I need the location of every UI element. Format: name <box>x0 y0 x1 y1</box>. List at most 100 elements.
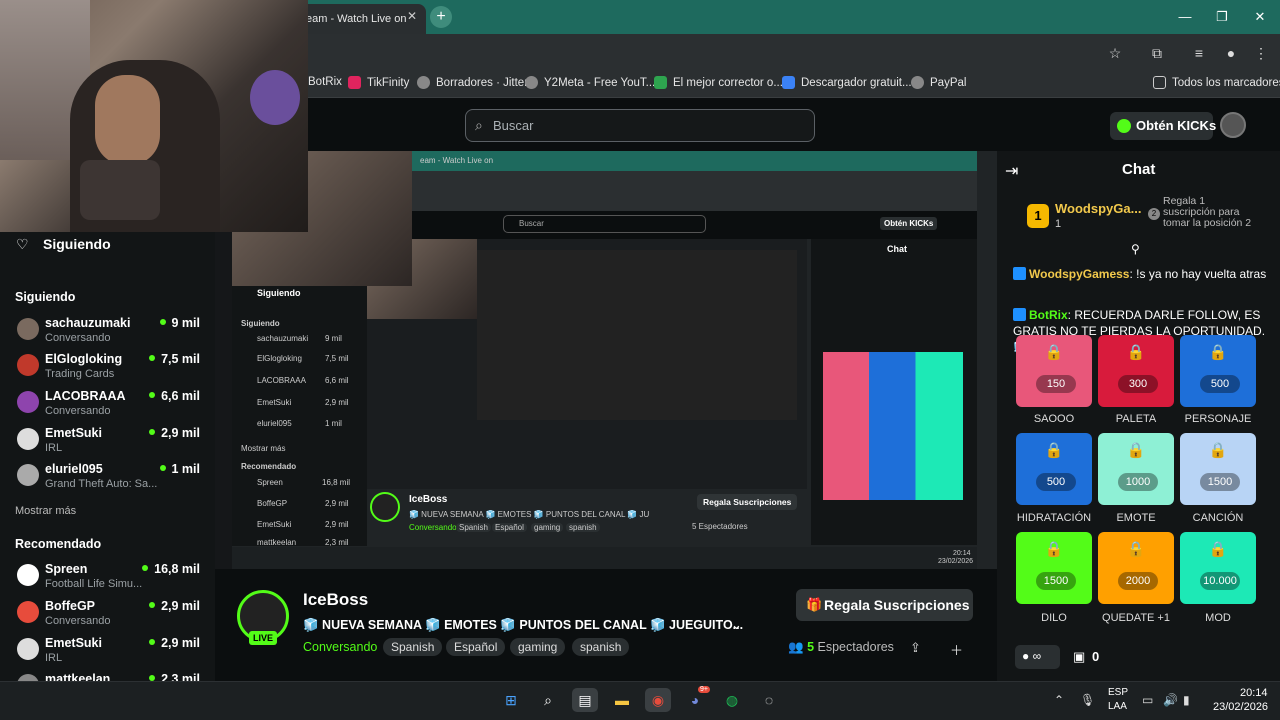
sidebar-channel[interactable]: Spreen Football Life Simu... 16,8 mil <box>15 562 205 598</box>
channel-name: EmetSuki <box>45 426 102 440</box>
reward-saooo[interactable]: 🔒 150 <box>1016 335 1092 407</box>
reward-cost: 1500 <box>1200 473 1240 491</box>
store-icon[interactable]: ▤ <box>572 688 598 712</box>
reward-hidratacion[interactable]: 🔒 500 <box>1016 433 1092 505</box>
lock-icon: 🔒 <box>1044 442 1064 459</box>
channel-category: Conversando <box>45 332 111 344</box>
top-gifter-name[interactable]: WoodspyGa... <box>1055 201 1141 216</box>
reward-quedate[interactable]: 🔒 2000 <box>1098 532 1174 604</box>
all-bookmarks-label: Todos los marcadores <box>1172 76 1280 89</box>
language-indicator[interactable]: ESP <box>1108 687 1128 698</box>
nested-channel: BoffeGP <box>257 499 288 508</box>
streamer-name[interactable]: IceBoss <box>303 590 368 610</box>
bookmark-y2meta[interactable]: Y2Meta - Free YouT... <box>525 76 655 89</box>
viewers-number: 5 <box>807 640 815 654</box>
clock-time[interactable]: 20:14 <box>1240 687 1268 699</box>
star-icon[interactable]: ☆ <box>1106 44 1124 62</box>
gift-prompt[interactable]: Regala 1 suscripción para tomar la posic… <box>1163 196 1258 229</box>
viewer-count: 1 mil <box>160 462 201 476</box>
app-icon[interactable]: ◌ <box>756 688 782 712</box>
close-window-icon[interactable]: ✕ <box>1245 6 1275 28</box>
gift-subs-button[interactable]: Regala Suscripciones <box>796 589 973 621</box>
bookmark-botrix[interactable]: BotRix <box>308 76 342 88</box>
bookmark-descargador[interactable]: Descargador gratuit... <box>782 76 912 89</box>
sidebar-channel[interactable]: ElGlogloking Trading Cards 7,5 mil <box>15 352 205 388</box>
media-icon[interactable]: ≡ <box>1190 44 1208 62</box>
profile-icon[interactable]: ● <box>1222 44 1240 62</box>
bookmark-label: Y2Meta - Free YouT... <box>544 76 656 89</box>
reward-personaje[interactable]: 🔒 500 <box>1180 335 1256 407</box>
pin-icon[interactable]: ⚲ <box>1131 242 1140 256</box>
nested-taskbar <box>232 547 977 569</box>
microphone-icon[interactable]: 🎙 <box>1080 693 1095 707</box>
search-icon[interactable]: ⌕ <box>535 688 561 712</box>
bookmark-tikfinity[interactable]: TikFinity <box>348 76 409 89</box>
restore-icon[interactable]: ❐ <box>1207 6 1237 28</box>
file-explorer-icon[interactable]: ▬ <box>609 688 635 712</box>
clock-date[interactable]: 23/02/2026 <box>1213 701 1268 713</box>
reward-paleta[interactable]: 🔒 300 <box>1098 335 1174 407</box>
chrome-icon[interactable]: ◉ <box>645 688 671 712</box>
sidebar-channel[interactable]: EmetSuki IRL 2,9 mil <box>15 426 205 462</box>
lock-icon: 🔒 <box>1208 344 1228 361</box>
following-nav[interactable]: Siguiendo <box>43 236 111 252</box>
sidebar-channel[interactable]: mattkeelan 2,3 mil <box>15 672 205 681</box>
reward-label: HIDRATACIÓN <box>1016 512 1092 524</box>
sidebar-channel[interactable]: EmetSuki IRL 2,9 mil <box>15 636 205 672</box>
reward-mod[interactable]: 🔒 10.000 <box>1180 532 1256 604</box>
tikfinity-icon <box>348 76 361 89</box>
heart-icon: ♡ <box>16 236 29 252</box>
reward-cost: 300 <box>1118 375 1158 393</box>
sidebar-channel[interactable]: LACOBRAAA Conversando 6,6 mil <box>15 389 205 425</box>
viewer-count: 9 mil <box>160 316 201 330</box>
sidebar-channel[interactable]: BoffeGP Conversando 2,9 mil <box>15 599 205 635</box>
channel-category: Grand Theft Auto: Sa... <box>45 478 158 490</box>
reward-label: PERSONAJE <box>1184 413 1252 425</box>
channel-points-button[interactable]: ● ∞ <box>1015 645 1060 669</box>
tag-chip[interactable]: spanish <box>572 638 630 656</box>
nested-following: Siguiendo <box>257 288 301 298</box>
menu-icon[interactable]: ⋮ <box>1252 44 1270 62</box>
reward-dilo[interactable]: 🔒 1500 <box>1016 532 1092 604</box>
show-more-link[interactable]: Mostrar más <box>15 505 76 517</box>
tray-chevron-icon[interactable]: ⌃ <box>1054 693 1064 707</box>
points-icon: ● <box>1022 649 1030 663</box>
extensions-icon[interactable]: ⧉ <box>1148 44 1166 62</box>
viewer-count: 16,8 mil <box>142 562 200 576</box>
tag-chip[interactable]: Español <box>446 638 506 656</box>
tab-close-icon[interactable]: ✕ <box>404 8 420 24</box>
reward-emote[interactable]: 🔒 1000 <box>1098 433 1174 505</box>
stream-category[interactable]: Conversando <box>303 640 377 654</box>
bookmark-paypal[interactable]: PayPal <box>911 76 966 89</box>
minimize-icon[interactable]: — <box>1170 6 1200 28</box>
collapse-chat-icon[interactable]: ⇥ <box>1005 161 1018 181</box>
share-icon[interactable]: ⇪ <box>910 640 921 656</box>
tag-chip[interactable]: Spanish <box>383 638 443 656</box>
nested-chat-title: Chat <box>887 244 907 254</box>
new-tab-button[interactable]: + <box>430 6 452 28</box>
follow-icon[interactable]: ＋ <box>950 640 963 659</box>
reward-cancion[interactable]: 🔒 1500 <box>1180 433 1256 505</box>
nested-tab-title: eam - Watch Live on <box>420 156 494 165</box>
viewer-count: 2,9 mil <box>149 599 200 613</box>
inventory-icon[interactable]: ▣ <box>1073 649 1085 665</box>
nested-channel: Spreen <box>257 478 283 487</box>
all-bookmarks[interactable]: Todos los marcadores <box>1153 76 1280 89</box>
spotify-icon[interactable]: ◍ <box>719 688 745 712</box>
volume-icon[interactable]: 🔊 <box>1163 693 1178 707</box>
sidebar-channel[interactable]: eluriel095 Grand Theft Auto: Sa... 1 mil <box>15 462 205 498</box>
bookmark-corrector[interactable]: El mejor corrector o... <box>654 76 783 89</box>
bookmark-jitter[interactable]: Borradores · Jitter <box>417 76 528 89</box>
channel-name: sachauzumaki <box>45 316 131 330</box>
network-icon[interactable]: ▭ <box>1142 693 1153 707</box>
points-value: ∞ <box>1032 649 1042 663</box>
battery-icon[interactable]: ▮ <box>1183 693 1190 707</box>
windows-start-icon[interactable]: ⊞ <box>498 688 524 712</box>
layout-indicator[interactable]: LAA <box>1108 701 1127 712</box>
chat-username[interactable]: WoodspyGamess <box>1029 267 1129 281</box>
sidebar-channel[interactable]: sachauzumaki Conversando 9 mil <box>15 316 205 352</box>
tag-chip[interactable]: gaming <box>510 638 566 656</box>
chevron-down-icon[interactable]: ⌄ <box>731 617 742 633</box>
chat-username[interactable]: BotRix <box>1029 308 1068 322</box>
user-avatar[interactable] <box>1220 112 1246 138</box>
